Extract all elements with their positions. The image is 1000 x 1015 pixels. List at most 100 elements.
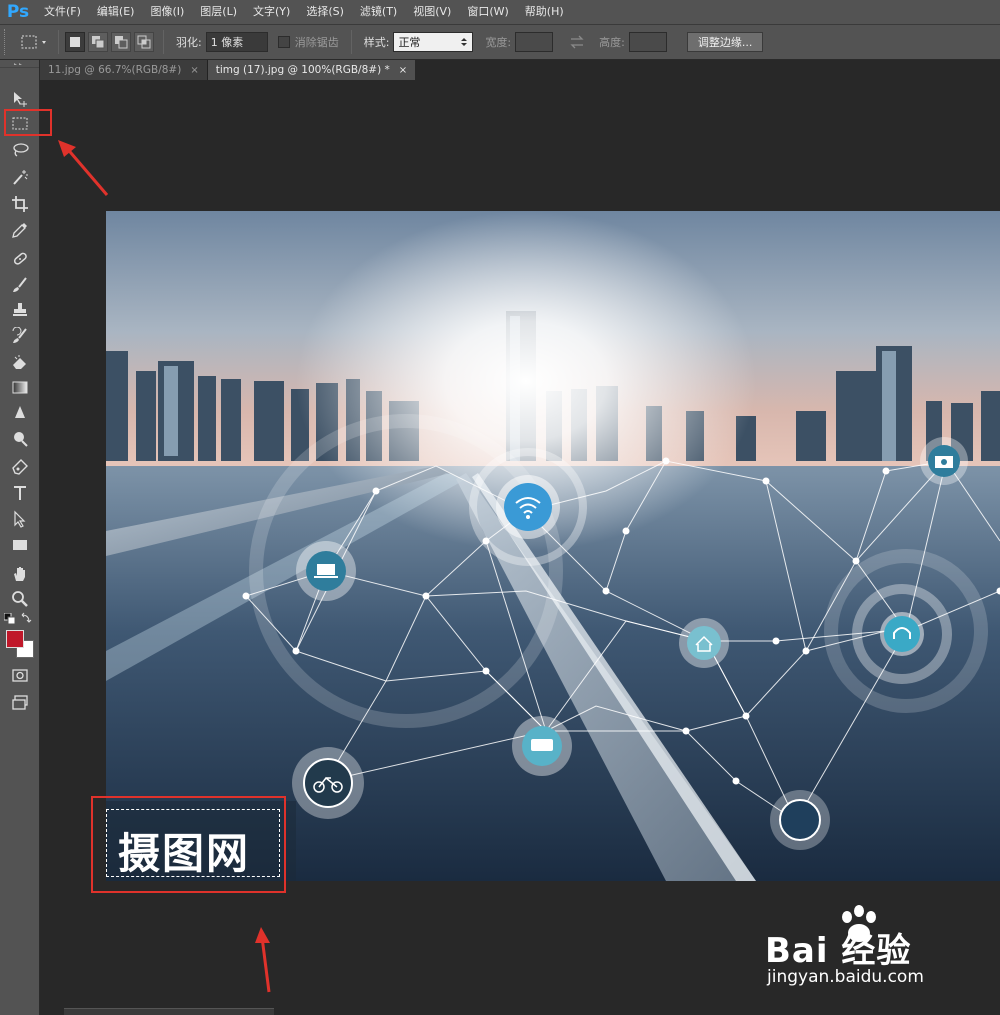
divider (58, 30, 59, 54)
document-image[interactable] (106, 211, 1000, 881)
lasso-icon (13, 143, 29, 157)
menu-window[interactable]: 窗口(W) (459, 0, 516, 24)
history-brush-tool[interactable] (7, 325, 33, 347)
eraser-icon (13, 355, 26, 369)
subtract-selection-button[interactable] (111, 32, 131, 52)
height-input[interactable] (628, 32, 667, 52)
annotation-box-watermark (91, 796, 286, 893)
menu-filter[interactable]: 滤镜(T) (352, 0, 405, 24)
swap-colors-icon (21, 612, 32, 623)
move-icon (14, 92, 27, 107)
swap-colors-button[interactable] (20, 612, 32, 624)
magic-wand-icon (13, 170, 28, 185)
hand-icon (14, 567, 25, 581)
antialias-checkbox[interactable] (277, 36, 290, 48)
stamp-icon (13, 303, 27, 316)
options-bar: 羽化: 1 像素 消除锯齿 样式: 正常 宽度: 高度: 调整边缘... (0, 24, 1000, 60)
height-label: 高度: (599, 36, 625, 49)
toolbox-header[interactable] (0, 60, 39, 68)
eraser-tool[interactable] (7, 351, 33, 373)
divider (350, 30, 352, 54)
hand-tool[interactable] (7, 563, 33, 585)
dodge-tool[interactable] (7, 428, 33, 450)
document-tab[interactable]: 11.jpg @ 66.7%(RGB/8#) × (40, 60, 208, 80)
type-icon (14, 486, 26, 500)
collapsed-panel[interactable] (64, 1008, 274, 1015)
style-label: 样式: (363, 36, 390, 49)
close-icon[interactable]: × (190, 65, 198, 76)
feather-label: 羽化: (176, 36, 202, 49)
blur-tool[interactable] (7, 402, 33, 424)
tab-label: 11.jpg @ 66.7%(RGB/8#) (48, 64, 182, 76)
baidu-url: jingyan.baidu.com (767, 967, 924, 987)
screen-mode-button[interactable] (7, 692, 33, 714)
rectangle-tool[interactable] (7, 534, 33, 556)
toolbox (0, 60, 40, 1015)
city-network-image (106, 211, 1000, 881)
screen-mode-icon (12, 695, 28, 710)
feather-input[interactable]: 1 像素 (205, 32, 268, 52)
width-label: 宽度: (485, 36, 512, 49)
photoshop-logo: Ps (6, 2, 30, 22)
tool-preset-picker[interactable] (18, 31, 52, 53)
intersect-selection-button[interactable] (134, 32, 154, 52)
intersect-selection-icon (137, 35, 151, 49)
menu-file[interactable]: 文件(F) (36, 0, 89, 24)
subtract-selection-icon (115, 36, 128, 49)
magic-wand-tool[interactable] (7, 166, 33, 188)
type-tool[interactable] (7, 482, 33, 504)
baidu-logo: Bai 经验 (765, 931, 912, 971)
annotation-box-marquee-tool (4, 109, 52, 136)
tab-label: timg (17).jpg @ 100%(RGB/8#) * (215, 64, 390, 76)
baidu-jingyan-watermark: Bai 经验 jingyan.baidu.com (765, 905, 1000, 1005)
options-bar-grip[interactable] (4, 29, 10, 55)
zoom-icon (12, 591, 28, 607)
healing-brush-tool[interactable] (7, 248, 33, 270)
bandage-icon (13, 252, 27, 265)
antialias-label: 消除锯齿 (294, 36, 339, 49)
crop-icon (12, 196, 28, 212)
pen-tool[interactable] (7, 456, 33, 478)
width-input[interactable] (515, 32, 554, 52)
document-tab-active[interactable]: timg (17).jpg @ 100%(RGB/8#) * × (207, 60, 416, 80)
menu-image[interactable]: 图像(I) (142, 0, 192, 24)
dodge-icon (14, 432, 28, 447)
menu-view[interactable]: 视图(V) (405, 0, 459, 24)
zoom-tool[interactable] (7, 588, 33, 610)
gradient-tool[interactable] (7, 376, 33, 398)
default-colors-icon (3, 612, 16, 625)
clone-stamp-tool[interactable] (7, 299, 33, 321)
refine-edge-button[interactable]: 调整边缘... (686, 32, 764, 52)
move-tool[interactable] (7, 88, 33, 110)
swap-dimensions-icon[interactable] (567, 34, 587, 50)
crop-tool[interactable] (7, 193, 33, 215)
new-selection-button[interactable] (65, 32, 85, 52)
quick-mask-icon (12, 669, 28, 682)
close-icon[interactable]: × (399, 65, 407, 76)
style-select-value: 正常 (398, 36, 421, 49)
brush-tool[interactable] (7, 274, 33, 296)
collapse-icon (13, 62, 22, 65)
pen-icon (12, 459, 28, 475)
menu-type[interactable]: 文字(Y) (245, 0, 298, 24)
quick-mask-button[interactable] (7, 664, 33, 686)
menu-layer[interactable]: 图层(L) (192, 0, 245, 24)
menu-help[interactable]: 帮助(H) (517, 0, 572, 24)
foreground-color-swatch[interactable] (6, 630, 24, 648)
menu-edit[interactable]: 编辑(E) (89, 0, 143, 24)
menu-select[interactable]: 选择(S) (298, 0, 352, 24)
path-selection-tool[interactable] (7, 508, 33, 530)
add-selection-button[interactable] (88, 32, 108, 52)
eyedropper-tool[interactable] (7, 219, 33, 241)
new-selection-icon (70, 37, 80, 47)
default-colors-button[interactable] (3, 612, 16, 625)
menu-bar: Ps 文件(F) 编辑(E) 图像(I) 图层(L) 文字(Y) 选择(S) 滤… (0, 0, 1000, 24)
style-select[interactable]: 正常 (393, 32, 474, 52)
blur-drop-icon (15, 406, 25, 418)
annotation-arrow-up (255, 927, 271, 993)
select-arrows-icon (461, 38, 468, 46)
rectangle-icon (13, 540, 27, 550)
annotation-arrow-up-left (58, 140, 109, 196)
marquee-preset-icon (21, 35, 46, 49)
lasso-tool[interactable] (7, 139, 33, 161)
